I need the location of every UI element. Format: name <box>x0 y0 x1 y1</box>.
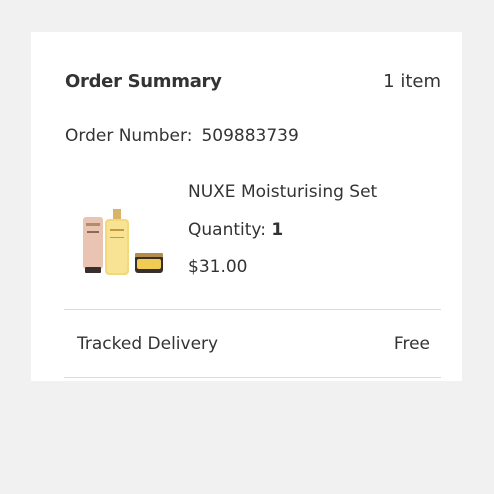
divider <box>64 377 441 378</box>
order-summary-card: Order Summary 1 item Order Number: 509883… <box>31 32 462 381</box>
product-price: $31.00 <box>188 257 248 277</box>
divider <box>64 309 441 310</box>
product-name[interactable]: NUXE Moisturising Set <box>188 181 377 203</box>
delivery-label: Tracked Delivery <box>77 334 219 354</box>
order-number: Order Number: 509883739 <box>65 125 299 147</box>
product-image <box>79 207 169 303</box>
order-number-label: Order Number: <box>65 126 193 146</box>
delivery-value: Free <box>393 334 430 354</box>
order-summary-title: Order Summary <box>65 71 222 92</box>
quantity-value: 1 <box>271 220 284 240</box>
quantity-label: Quantity: <box>188 220 266 240</box>
product-quantity: Quantity: 1 <box>188 219 283 241</box>
order-number-value: 509883739 <box>201 126 299 146</box>
item-count: 1 item <box>383 71 441 92</box>
